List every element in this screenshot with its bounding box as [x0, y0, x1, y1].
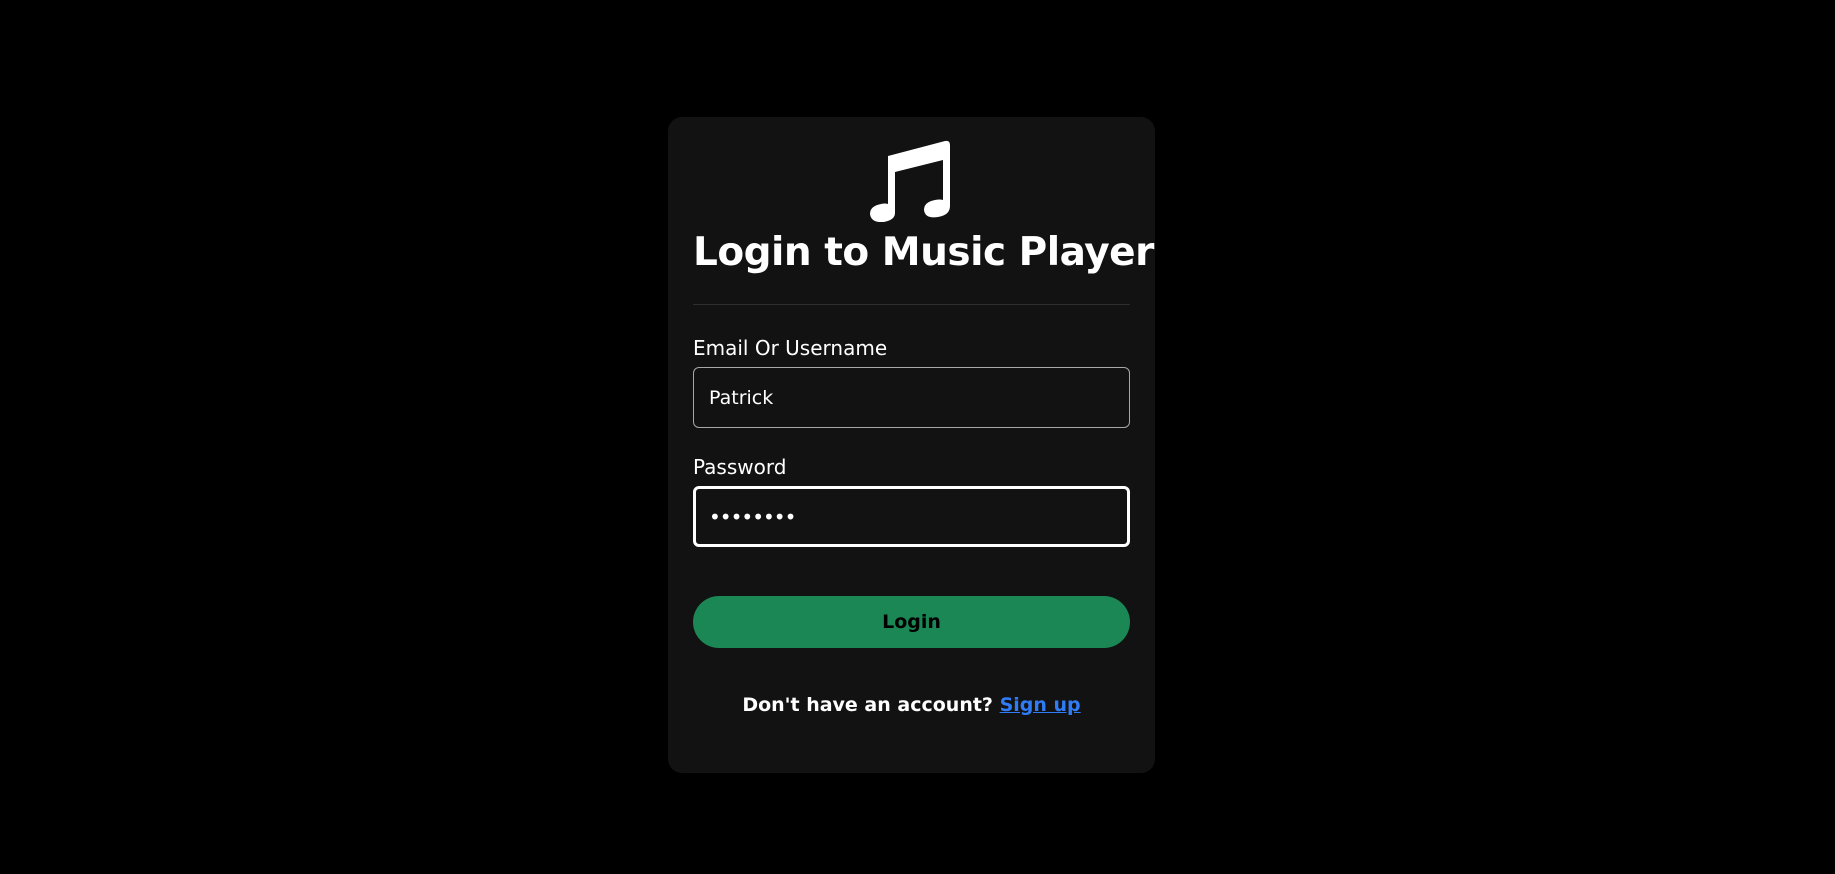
divider [693, 304, 1130, 305]
signup-prompt-text: Don't have an account? [742, 694, 993, 716]
password-group: Password [693, 454, 1130, 547]
email-label: Email Or Username [693, 336, 888, 360]
page-title: Login to Music Player [693, 230, 1154, 275]
login-button[interactable]: Login [693, 596, 1130, 648]
signup-prompt-row: Don't have an account? Sign up [693, 694, 1130, 716]
password-input[interactable] [693, 486, 1130, 547]
signup-link[interactable]: Sign up [1000, 694, 1081, 716]
login-page: Login to Music Player Email Or Username … [0, 0, 1835, 874]
login-card: Login to Music Player Email Or Username … [668, 117, 1155, 773]
email-group: Email Or Username [693, 335, 1130, 428]
email-username-input[interactable] [693, 367, 1130, 428]
music-note-icon [869, 140, 950, 222]
password-label: Password [693, 455, 787, 479]
